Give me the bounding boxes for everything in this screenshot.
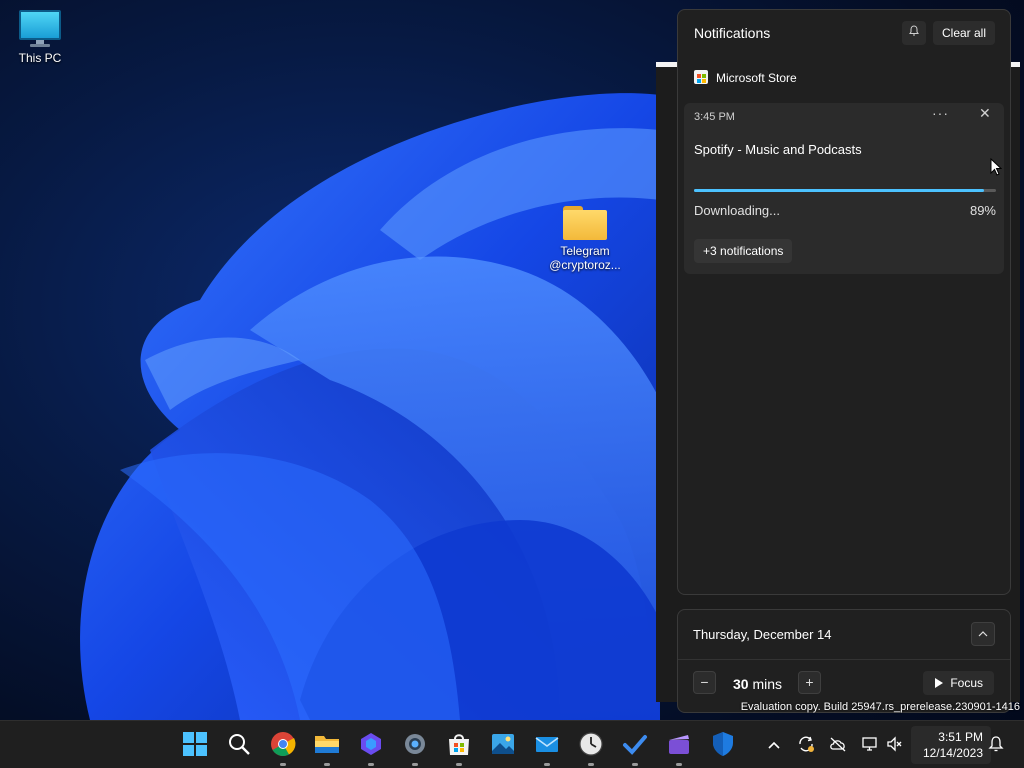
download-progress-bar: [694, 189, 996, 192]
do-not-disturb-button[interactable]: [902, 21, 926, 45]
bell-snooze-icon: [908, 25, 920, 40]
microsoft-store-icon: [694, 70, 708, 84]
volume-muted-icon[interactable]: [885, 735, 905, 755]
windows-start-icon[interactable]: [182, 731, 208, 757]
clock-icon[interactable]: [578, 731, 604, 757]
calendar-date: Thursday, December 14: [693, 627, 832, 642]
focus-duration-unit: mins: [752, 676, 783, 692]
network-icon[interactable]: [860, 735, 880, 755]
taskbar-clock[interactable]: 3:51 PM 12/14/2023: [911, 726, 991, 764]
desktop-icon-this-pc[interactable]: This PC: [0, 10, 80, 65]
running-indicator: [676, 763, 682, 766]
copilot-icon[interactable]: [358, 731, 384, 757]
focus-increase-button[interactable]: +: [798, 671, 821, 694]
more-options-icon[interactable]: ···: [932, 105, 949, 121]
calendar-expand-button[interactable]: [971, 622, 995, 646]
running-indicator: [324, 763, 330, 766]
clear-all-button[interactable]: Clear all: [933, 21, 996, 45]
mail-icon[interactable]: [534, 731, 560, 757]
search-icon[interactable]: [226, 731, 252, 757]
focus-duration: 30 mins: [733, 676, 782, 692]
todo-check-icon[interactable]: [622, 731, 648, 757]
play-icon: [934, 676, 950, 690]
focus-duration-value: 30: [733, 676, 749, 692]
calendar-divider: [678, 659, 1010, 660]
evaluation-watermark: Evaluation copy. Build 25947.rs_prerelea…: [740, 701, 1020, 713]
download-percent: 89%: [969, 203, 996, 218]
clipchamp-icon[interactable]: [666, 731, 692, 757]
focus-start-button[interactable]: Focus: [923, 671, 994, 695]
running-indicator: [412, 763, 418, 766]
running-indicator: [280, 763, 286, 766]
desktop-icon-label: Telegram @cryptoroz...: [549, 244, 621, 272]
download-progress-fill: [694, 189, 984, 192]
sync-icon[interactable]: [796, 735, 816, 755]
notification-app-name: Microsoft Store: [716, 71, 797, 85]
store-icon[interactable]: [446, 731, 472, 757]
folder-icon: [563, 206, 607, 240]
notification-time: 3:45 PM: [694, 111, 735, 123]
running-indicator: [588, 763, 594, 766]
gear-icon[interactable]: [402, 731, 428, 757]
notifications-title: Notifications: [694, 25, 771, 41]
taskbar: 3:51 PM 12/14/2023: [0, 720, 1024, 768]
notification-center: Notifications Clear all Microsoft Store …: [677, 9, 1011, 595]
chevron-up-icon[interactable]: [764, 735, 784, 755]
focus-decrease-button[interactable]: −: [693, 671, 716, 694]
folder-icon[interactable]: [314, 731, 340, 757]
running-indicator: [456, 763, 462, 766]
cloud-offline-icon[interactable]: [828, 735, 848, 755]
notification-bell-icon[interactable]: [986, 735, 1006, 755]
clock-time: 3:51 PM: [938, 730, 983, 744]
desktop-icon-telegram-folder[interactable]: Telegram @cryptoroz...: [545, 206, 625, 272]
download-status: Downloading...: [694, 203, 780, 218]
close-icon[interactable]: ✕: [979, 105, 991, 122]
notification-title: Spotify - Music and Podcasts: [694, 142, 862, 157]
clock-date: 12/14/2023: [922, 746, 983, 760]
computer-icon: [0, 10, 80, 47]
chevron-up-icon: [978, 627, 988, 641]
chrome-icon[interactable]: [270, 731, 296, 757]
shield-icon[interactable]: [710, 731, 736, 757]
notification-card[interactable]: 3:45 PM ··· ✕ Spotify - Music and Podcas…: [684, 103, 1004, 274]
running-indicator: [368, 763, 374, 766]
running-indicator: [632, 763, 638, 766]
running-indicator: [544, 763, 550, 766]
focus-button-label: Focus: [950, 676, 984, 690]
mouse-cursor-icon: [990, 157, 1003, 183]
photos-icon[interactable]: [490, 731, 516, 757]
more-notifications-button[interactable]: +3 notifications: [694, 239, 793, 263]
desktop-icon-label: This PC: [18, 51, 62, 65]
calendar-panel: Thursday, December 14 − 30 mins + Focus: [677, 609, 1011, 713]
notification-app-header: Microsoft Store: [694, 70, 797, 86]
